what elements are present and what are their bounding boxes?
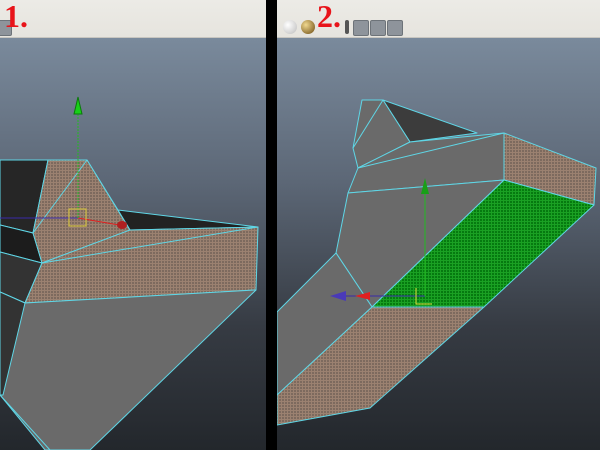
- mesh-face: [0, 289, 257, 450]
- viewport-3d[interactable]: [277, 38, 600, 450]
- viewport-panel-2[interactable]: 2.: [277, 0, 600, 450]
- panel-label: 2.: [317, 0, 341, 34]
- viewport-panel-1[interactable]: 1.: [0, 0, 266, 450]
- mesh-view: [277, 99, 597, 426]
- panel-label: 1.: [4, 0, 28, 34]
- viewport-3d[interactable]: [0, 38, 266, 450]
- mesh-view: [0, 96, 259, 450]
